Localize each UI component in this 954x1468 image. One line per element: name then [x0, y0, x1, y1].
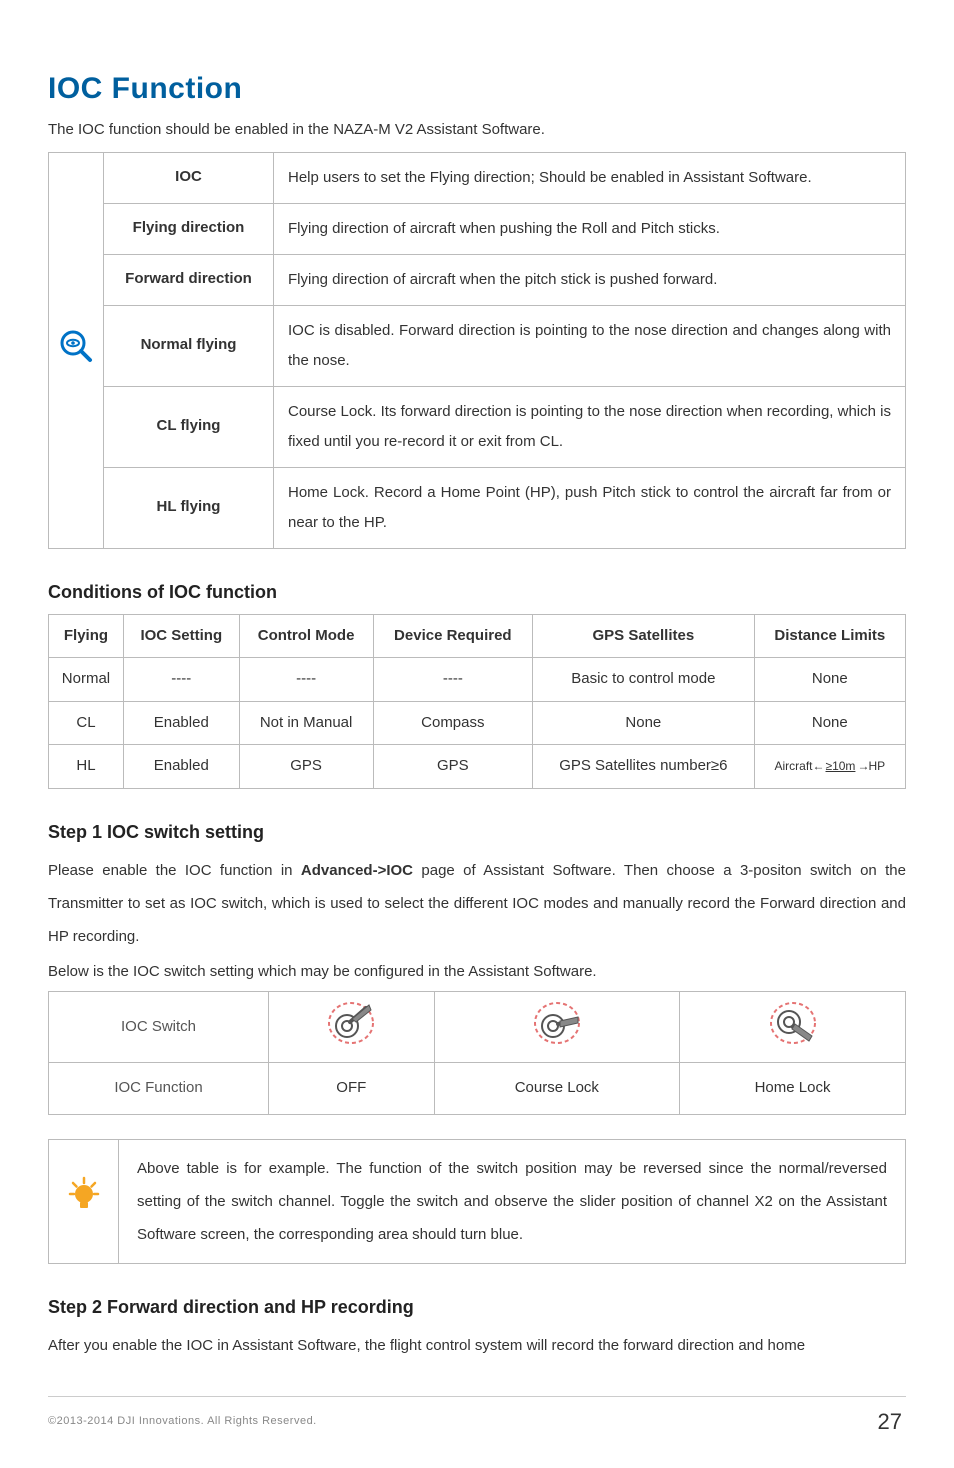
step2-body: After you enable the IOC in Assistant So…: [48, 1329, 906, 1362]
cond-cell: CL: [49, 701, 124, 745]
step1-body-bold: Advanced->IOC: [301, 862, 413, 879]
cond-cell: Normal: [49, 658, 124, 702]
func-cell: Course Lock: [434, 1062, 679, 1114]
def-desc: Home Lock. Record a Home Point (HP), pus…: [274, 467, 906, 548]
def-label: Forward direction: [104, 254, 274, 305]
switch-pos-cell: [434, 992, 679, 1063]
dist-value: ≥10m: [824, 759, 858, 773]
cond-row: Normal ---- ---- ---- Basic to control m…: [49, 658, 906, 702]
func-cell: Home Lock: [680, 1062, 906, 1114]
tip-icon-cell: [49, 1140, 119, 1263]
footer-copyright: ©2013-2014 DJI Innovations. All Rights R…: [48, 1413, 317, 1430]
cond-cell: Not in Manual: [239, 701, 373, 745]
page-title: IOC Function: [48, 66, 906, 111]
switch-row-label: IOC Switch: [49, 992, 269, 1063]
switch-pos-cell: [680, 992, 906, 1063]
cond-cell: Enabled: [123, 745, 239, 789]
cond-cell: GPS: [239, 745, 373, 789]
conditions-table: Flying IOC Setting Control Mode Device R…: [48, 614, 906, 789]
def-desc: Flying direction of aircraft when the pi…: [274, 254, 906, 305]
cond-cell-distance: Aircraft←≥10m→HP: [754, 745, 905, 789]
magnify-eye-icon: [59, 329, 93, 363]
footer-page-number: 27: [878, 1405, 906, 1438]
dist-left: Aircraft: [774, 759, 812, 773]
def-label: HL flying: [104, 467, 274, 548]
func-row-label: IOC Function: [49, 1062, 269, 1114]
cond-row: HL Enabled GPS GPS GPS Satellites number…: [49, 745, 906, 789]
step2-heading: Step 2 Forward direction and HP recordin…: [48, 1294, 906, 1321]
cond-cell: GPS Satellites number≥6: [533, 745, 755, 789]
cond-header: Control Mode: [239, 614, 373, 658]
cond-row: CL Enabled Not in Manual Compass None No…: [49, 701, 906, 745]
def-label: Normal flying: [104, 305, 274, 386]
tip-box: Above table is for example. The function…: [48, 1139, 906, 1264]
lightbulb-icon: [68, 1176, 100, 1227]
def-desc: Help users to set the Flying direction; …: [274, 152, 906, 203]
cond-cell: ----: [239, 658, 373, 702]
cond-header: Flying: [49, 614, 124, 658]
switch-down-icon: [768, 1000, 818, 1046]
step1-body-pre: Please enable the IOC function in: [48, 862, 301, 879]
def-desc: Course Lock. Its forward direction is po…: [274, 386, 906, 467]
cond-cell: GPS: [373, 745, 533, 789]
arrow-left-icon: ←: [813, 759, 824, 773]
cond-cell: Basic to control mode: [533, 658, 755, 702]
dist-right: HP: [868, 759, 885, 773]
cond-cell: None: [754, 658, 905, 702]
cond-cell: ----: [123, 658, 239, 702]
cond-cell: None: [754, 701, 905, 745]
switch-mid-icon: [532, 1000, 582, 1046]
step1-caption: Below is the IOC switch setting which ma…: [48, 961, 906, 984]
definitions-icon-cell: [49, 152, 104, 548]
def-desc: IOC is disabled. Forward direction is po…: [274, 305, 906, 386]
cond-cell: Compass: [373, 701, 533, 745]
cond-header: GPS Satellites: [533, 614, 755, 658]
cond-header: Distance Limits: [754, 614, 905, 658]
def-label: IOC: [104, 152, 274, 203]
switch-table: IOC Switch: [48, 991, 906, 1115]
conditions-heading: Conditions of IOC function: [48, 579, 906, 606]
cond-header: Device Required: [373, 614, 533, 658]
cond-cell: HL: [49, 745, 124, 789]
definitions-table: IOC Help users to set the Flying directi…: [48, 152, 906, 549]
cond-cell: Enabled: [123, 701, 239, 745]
switch-up-icon: [326, 1000, 376, 1046]
intro-text: The IOC function should be enabled in th…: [48, 119, 906, 142]
step1-body: Please enable the IOC function in Advanc…: [48, 854, 906, 953]
switch-pos-cell: [269, 992, 435, 1063]
step1-heading: Step 1 IOC switch setting: [48, 819, 906, 846]
def-label: Flying direction: [104, 203, 274, 254]
def-label: CL flying: [104, 386, 274, 467]
func-cell: OFF: [269, 1062, 435, 1114]
cond-header: IOC Setting: [123, 614, 239, 658]
arrow-right-icon: →: [857, 759, 868, 773]
def-desc: Flying direction of aircraft when pushin…: [274, 203, 906, 254]
tip-text: Above table is for example. The function…: [119, 1140, 905, 1263]
cond-cell: None: [533, 701, 755, 745]
page-footer: ©2013-2014 DJI Innovations. All Rights R…: [48, 1396, 906, 1438]
cond-cell: ----: [373, 658, 533, 702]
